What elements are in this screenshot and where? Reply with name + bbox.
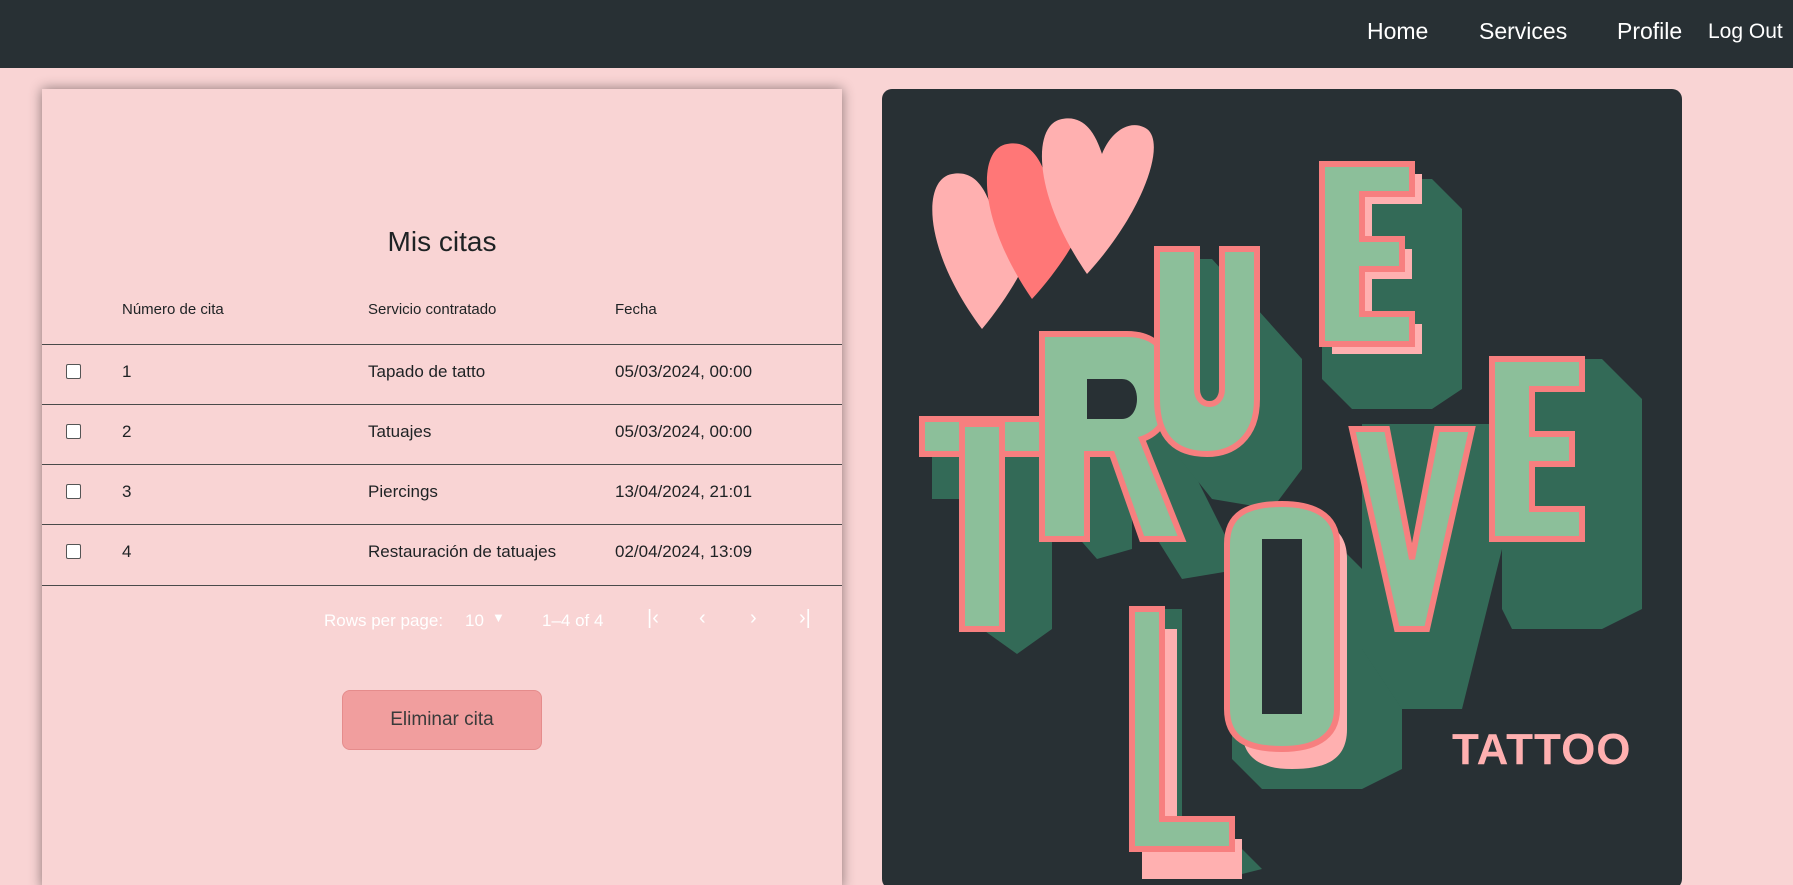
- top-navbar: Home Services Profile Log Out: [0, 0, 1793, 68]
- table-row[interactable]: 1 Tapado de tatto 05/03/2024, 00:00: [42, 344, 842, 404]
- row-checkbox[interactable]: [66, 364, 81, 379]
- previous-page-icon[interactable]: ‹: [699, 607, 706, 630]
- table-row[interactable]: 4 Restauración de tatuajes 02/04/2024, 1…: [42, 524, 842, 584]
- first-page-icon[interactable]: |‹: [647, 607, 659, 630]
- nav-services-link[interactable]: Services: [1479, 18, 1567, 45]
- appointment-date: 05/03/2024, 00:00: [615, 422, 753, 441]
- appointments-panel: Mis citas Número de cita Servicio contra…: [42, 89, 842, 885]
- appointment-service: Tapado de tatto: [368, 362, 486, 381]
- letter-e: [1319, 161, 1462, 409]
- caret-down-icon[interactable]: ▼: [492, 610, 505, 625]
- tattoo-wordmark: TATTOO: [1452, 725, 1632, 774]
- rows-per-page-label: Rows per page:: [324, 611, 444, 630]
- appointment-service: Tatuajes: [368, 422, 432, 441]
- appointment-number: 4: [122, 542, 132, 561]
- page-title: Mis citas: [387, 226, 497, 257]
- appointment-date: 13/04/2024, 21:01: [615, 482, 753, 501]
- rows-per-page-select[interactable]: 10: [465, 611, 484, 631]
- appointment-service: Piercings: [368, 482, 438, 501]
- table-divider: [42, 585, 842, 586]
- delete-appointment-button[interactable]: Eliminar cita: [342, 690, 542, 750]
- nav-home-link[interactable]: Home: [1367, 18, 1428, 45]
- appointment-number: 3: [122, 482, 132, 501]
- nav-profile-link[interactable]: Profile: [1617, 18, 1682, 45]
- poster-illustration: TATTOO: [919, 118, 1642, 879]
- row-checkbox[interactable]: [66, 484, 81, 499]
- row-checkbox[interactable]: [66, 544, 81, 559]
- last-page-icon[interactable]: ›|: [799, 607, 811, 630]
- appointment-date: 02/04/2024, 13:09: [615, 542, 753, 561]
- nav-logout-link[interactable]: Log Out: [1708, 20, 1783, 44]
- column-header-date[interactable]: Fecha: [615, 301, 657, 318]
- table-row[interactable]: 2 Tatuajes 05/03/2024, 00:00: [42, 404, 842, 464]
- appointment-number: 2: [122, 422, 132, 441]
- column-header-number[interactable]: Número de cita: [122, 301, 224, 318]
- pagination-range: 1–4 of 4: [542, 611, 604, 630]
- next-page-icon[interactable]: ›: [750, 607, 757, 630]
- true-love-tattoo-poster: TATTOO: [882, 89, 1682, 885]
- table-row[interactable]: 3 Piercings 13/04/2024, 21:01: [42, 464, 842, 524]
- appointment-date: 05/03/2024, 00:00: [615, 362, 753, 381]
- column-header-service[interactable]: Servicio contratado: [368, 301, 496, 318]
- row-checkbox[interactable]: [66, 424, 81, 439]
- appointment-service: Restauración de tatuajes: [368, 542, 557, 561]
- appointment-number: 1: [122, 362, 132, 381]
- letter-e-right: [1489, 356, 1642, 629]
